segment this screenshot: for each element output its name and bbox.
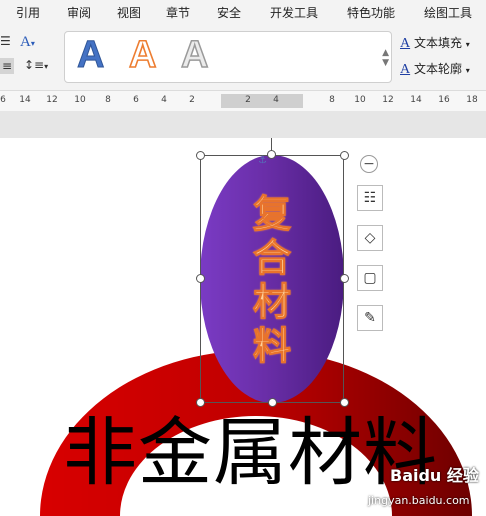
ruler-number: 2: [189, 95, 195, 105]
chevron-down-icon: ▾: [465, 66, 470, 75]
text-style-blue[interactable]: A: [76, 34, 104, 77]
font-effects-icon[interactable]: A▾: [20, 34, 35, 51]
watermark: Baidu 经验 jingyan.baidu.com: [360, 460, 486, 516]
resize-handle-s[interactable]: [268, 398, 277, 407]
text-fill-button[interactable]: A 文本填充 ▾: [400, 34, 470, 52]
ribbon-tab-bar: 引用 审阅 视图 章节 安全 开发工具 特色功能 绘图工具: [0, 0, 486, 24]
ruler-number: 12: [382, 95, 394, 105]
document-margin: [0, 111, 486, 138]
line-spacing-icon[interactable]: ↕≡▾: [24, 58, 48, 72]
ruler-number: 8: [329, 95, 335, 105]
format-painter-icon[interactable]: ✎: [357, 305, 383, 331]
rotate-handle[interactable]: [267, 150, 276, 159]
selection-box: [200, 155, 344, 403]
resize-handle-sw[interactable]: [196, 398, 205, 407]
anchor-icon: ⚓: [258, 155, 267, 166]
tab-security[interactable]: 安全: [217, 4, 241, 21]
tab-references[interactable]: 引用: [16, 4, 40, 21]
ruler-number: 10: [74, 95, 86, 105]
watermark-logo: Baidu 经验: [390, 466, 479, 485]
watermark-url: jingyan.baidu.com: [368, 494, 470, 507]
align-icon[interactable]: ≡: [0, 58, 15, 74]
ruler-number: 2: [245, 95, 251, 105]
ruler-number: 14: [19, 95, 31, 105]
tab-developer[interactable]: 开发工具: [270, 4, 318, 21]
text-style-gallery: A A A ▲ ▼: [64, 31, 392, 83]
ribbon-toolbar: ☰ A▾ ≡ ↕≡▾ A A A ▲ ▼ A 文本填充 ▾ A 文本轮廓 ▾: [0, 24, 486, 90]
tab-section[interactable]: 章节: [166, 4, 190, 21]
tab-view[interactable]: 视图: [117, 4, 141, 21]
text-style-gray[interactable]: A: [180, 33, 209, 77]
resize-handle-w[interactable]: [196, 274, 205, 283]
resize-handle-ne[interactable]: [340, 151, 349, 160]
tab-drawing-tools[interactable]: 绘图工具: [424, 4, 472, 21]
ruler-number: 6: [0, 95, 6, 105]
tab-features[interactable]: 特色功能: [347, 4, 395, 21]
ruler-number: 16: [438, 95, 450, 105]
text-direction-icon[interactable]: ☰: [0, 34, 11, 48]
tab-review[interactable]: 审阅: [67, 4, 91, 21]
resize-handle-nw[interactable]: [196, 151, 205, 160]
layout-options-icon[interactable]: ☷: [357, 185, 383, 211]
text-style-orange[interactable]: A: [128, 33, 157, 77]
text-outline-label: 文本轮廓: [413, 62, 462, 76]
ruler-number: 10: [354, 95, 366, 105]
collapse-icon[interactable]: −: [360, 155, 378, 173]
ruler-number: 4: [161, 95, 167, 105]
resize-handle-e[interactable]: [340, 274, 349, 283]
ruler-number: 18: [466, 95, 478, 105]
ruler-number: 4: [273, 95, 279, 105]
resize-handle-se[interactable]: [340, 398, 349, 407]
text-fill-icon: A: [400, 36, 411, 51]
ruler-number: 12: [46, 95, 58, 105]
ruler-number: 8: [105, 95, 111, 105]
ruler-number: 6: [133, 95, 139, 105]
shape-outline-icon[interactable]: ▢: [357, 265, 383, 291]
gallery-more-icon[interactable]: ▲ ▼: [382, 48, 389, 68]
text-fill-label: 文本填充: [413, 36, 462, 50]
chevron-down-icon: ▾: [465, 40, 470, 49]
ruler-active-range: [221, 94, 303, 108]
horizontal-ruler: 6 14 12 10 8 6 4 2 2 4 8 10 12 14 16 18: [0, 90, 486, 112]
text-outline-icon: A: [400, 62, 411, 77]
ruler-number: 14: [410, 95, 422, 105]
text-outline-button[interactable]: A 文本轮廓 ▾: [400, 60, 470, 78]
document-canvas: 非金属材料 复 合 材 料 ⚓ − ☷ ◇ ▢ ✎ Baidu 经验 jingy…: [0, 138, 486, 516]
shape-fill-icon[interactable]: ◇: [357, 225, 383, 251]
